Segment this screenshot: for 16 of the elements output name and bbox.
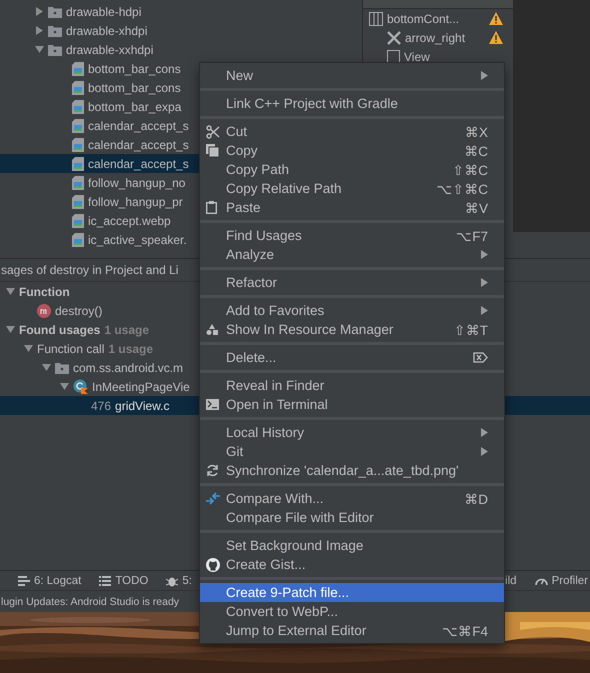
code-line: gridView.c [115,398,170,412]
line-number: 476 [91,398,112,412]
status-message: lugin Updates: Android Studio is ready [1,596,180,608]
file-name: bottom_bar_cons [88,80,181,94]
file-name: follow_hangup_no [88,176,186,190]
file-name: bottom_bar_cons [88,62,181,76]
usages-title: sages of destroy in Project and Li [1,263,178,277]
file-name: calendar_accept_s [88,138,189,152]
file-name: bottom_bar_expa [88,100,182,114]
file-name: follow_hangup_pr [88,194,183,208]
file-name: calendar_accept_s [88,156,189,170]
file-name: ic_accept.webp [88,214,171,228]
usage-count: 1 usage [104,322,150,336]
file-name: ic_active_speaker. [88,232,187,246]
file-name: calendar_accept_s [88,118,189,132]
usage-count: 1 usage [108,342,154,356]
